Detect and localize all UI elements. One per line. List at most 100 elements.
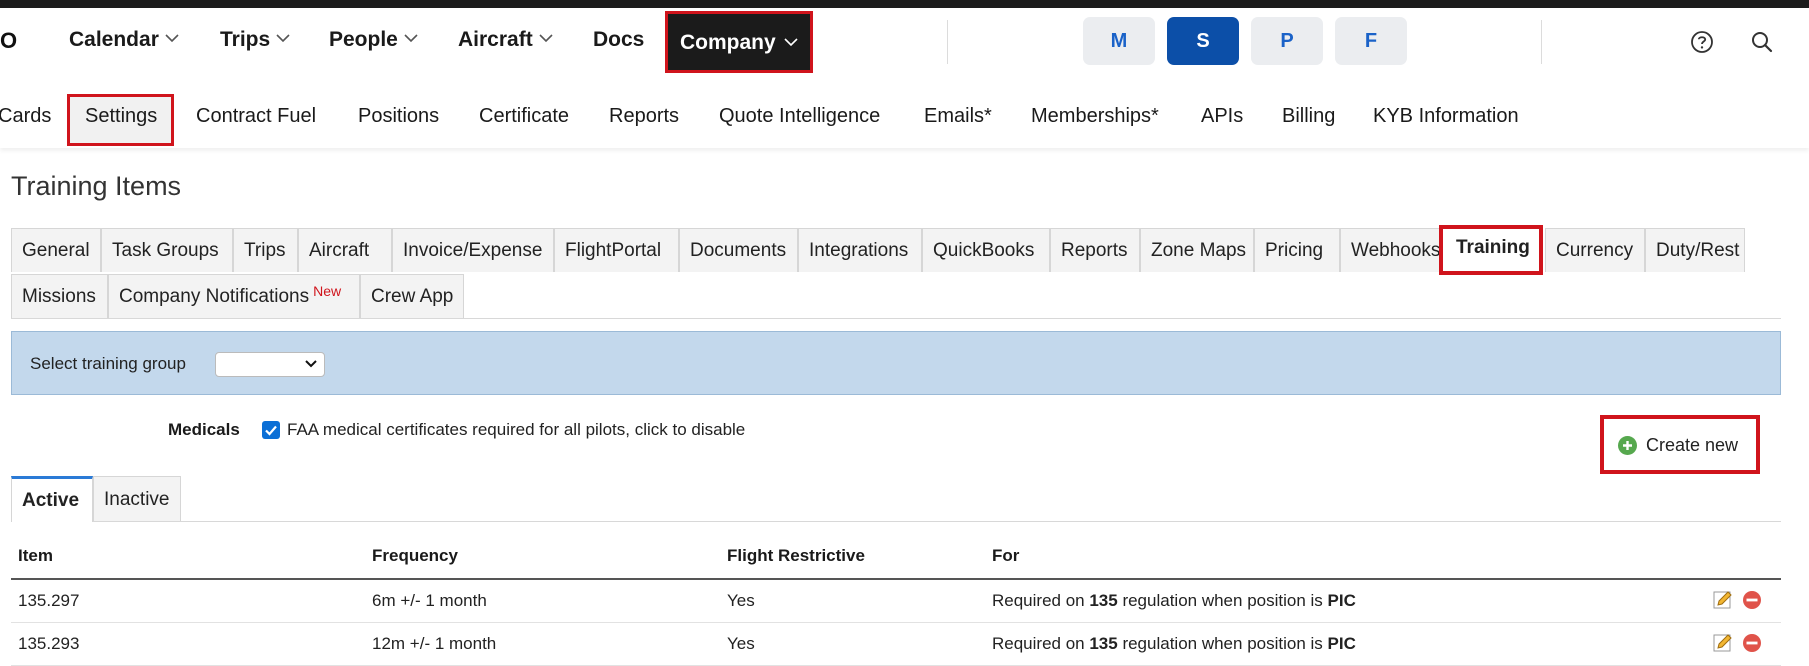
create-new-button[interactable]: Create new: [1600, 415, 1760, 474]
new-badge: New: [313, 283, 342, 299]
page-title: Training Items: [11, 171, 182, 201]
cell-flight-restrictive: Yes: [727, 634, 755, 653]
mode-button-f[interactable]: F: [1335, 17, 1407, 65]
for-prefix: Required on: [992, 591, 1090, 610]
for-middle: regulation when position is: [1117, 634, 1328, 653]
medicals-description: FAA medical certificates required for al…: [287, 420, 746, 439]
nav-divider: [947, 20, 948, 64]
subnav-reports[interactable]: Reports: [609, 105, 679, 128]
chevron-down-icon: [404, 34, 418, 43]
column-header-flight-restrictive[interactable]: Flight Restrictive: [727, 546, 865, 566]
for-position: PIC: [1327, 634, 1356, 653]
table-row: 135.297 6m +/- 1 month Yes Required on 1…: [11, 580, 1781, 623]
nav-people[interactable]: People: [329, 28, 418, 52]
delete-icon[interactable]: [1742, 590, 1762, 610]
top-accent-bar: [0, 0, 1809, 8]
tab-currency[interactable]: Currency: [1545, 228, 1645, 272]
checkmark-icon: [265, 425, 277, 436]
nav-calendar[interactable]: Calendar: [69, 28, 179, 52]
nav-trips[interactable]: Trips: [220, 28, 290, 52]
subnav-certificate[interactable]: Certificate: [479, 105, 569, 128]
chevron-down-icon: [165, 34, 179, 43]
add-circle-icon: [1618, 436, 1637, 455]
create-new-label: Create new: [1646, 435, 1739, 455]
subnav-quote-intelligence[interactable]: Quote Intelligence: [719, 105, 880, 128]
nav-company-label: Company: [680, 31, 776, 54]
tab-inactive[interactable]: Inactive: [93, 476, 181, 521]
subnav-settings-label: Settings: [85, 105, 158, 127]
for-regulation: 135: [1089, 634, 1118, 653]
for-middle: regulation when position is: [1117, 591, 1328, 610]
tab-trips[interactable]: Trips: [233, 228, 298, 272]
cell-item: 135.297: [18, 591, 80, 610]
for-position: PIC: [1327, 591, 1356, 610]
mode-button-s[interactable]: S: [1167, 17, 1239, 65]
edit-icon[interactable]: [1713, 633, 1733, 653]
subnav-cards[interactable]: Cards: [0, 105, 51, 128]
logo-fragment: O: [0, 28, 18, 53]
tab-task-groups[interactable]: Task Groups: [101, 228, 233, 272]
help-icon[interactable]: [1688, 28, 1716, 56]
tab-documents[interactable]: Documents: [679, 228, 798, 272]
tab-training[interactable]: Training: [1439, 225, 1543, 275]
tab-integrations[interactable]: Integrations: [798, 228, 922, 272]
table-row: 135.293 12m +/- 1 month Yes Required on …: [11, 623, 1781, 666]
tab-webhooks[interactable]: Webhooks: [1340, 228, 1450, 272]
subnav-settings[interactable]: Settings: [67, 94, 174, 146]
subnav-kyb-information[interactable]: KYB Information: [1373, 105, 1519, 128]
column-header-frequency[interactable]: Frequency: [372, 546, 458, 566]
status-tabs: Active Inactive: [11, 474, 1781, 522]
tab-quickbooks[interactable]: QuickBooks: [922, 228, 1050, 272]
column-header-for[interactable]: For: [992, 546, 1019, 566]
training-group-bar: Select training group: [11, 331, 1781, 395]
nav-company[interactable]: Company: [665, 11, 813, 73]
subnav-billing[interactable]: Billing: [1282, 105, 1335, 128]
cell-for: Required on 135 regulation when position…: [992, 591, 1356, 611]
tab-active[interactable]: Active: [11, 476, 93, 522]
mode-button-m[interactable]: M: [1083, 17, 1155, 65]
subnav-positions[interactable]: Positions: [358, 105, 439, 128]
training-group-select[interactable]: [215, 352, 325, 377]
column-header-item[interactable]: Item: [18, 546, 53, 566]
tab-company-notifications-label: Company Notifications: [119, 286, 310, 307]
nav-people-label: People: [329, 28, 398, 51]
tab-company-notifications[interactable]: Company Notifications New: [108, 274, 360, 318]
subnav-memberships[interactable]: Memberships*: [1031, 105, 1159, 128]
tab-pricing[interactable]: Pricing: [1254, 228, 1340, 272]
cell-for: Required on 135 regulation when position…: [992, 634, 1356, 654]
delete-icon[interactable]: [1742, 633, 1762, 653]
mode-button-p[interactable]: P: [1251, 17, 1323, 65]
tab-zone-maps[interactable]: Zone Maps: [1140, 228, 1254, 272]
nav-calendar-label: Calendar: [69, 28, 159, 51]
subnav-apis[interactable]: APIs: [1201, 105, 1243, 128]
tab-invoice-expense[interactable]: Invoice/Expense: [392, 228, 554, 272]
cell-frequency: 12m +/- 1 month: [372, 634, 497, 653]
search-icon[interactable]: [1748, 28, 1776, 56]
settings-tabs: General Task Groups Trips Aircraft Invoi…: [11, 225, 1781, 319]
for-regulation: 135: [1089, 591, 1118, 610]
nav-docs[interactable]: Docs: [593, 28, 644, 52]
nav-aircraft-label: Aircraft: [458, 28, 533, 51]
for-prefix: Required on: [992, 634, 1090, 653]
cell-item: 135.293: [18, 634, 80, 653]
cell-flight-restrictive: Yes: [727, 591, 755, 610]
subnav-contract-fuel[interactable]: Contract Fuel: [196, 105, 316, 128]
training-group-label: Select training group: [30, 354, 186, 373]
chevron-down-icon: [539, 34, 553, 43]
tab-reports[interactable]: Reports: [1050, 228, 1140, 272]
nav-aircraft[interactable]: Aircraft: [458, 28, 553, 52]
tab-duty-rest[interactable]: Duty/Rest: [1645, 228, 1745, 272]
medicals-label: Medicals: [168, 420, 240, 439]
subnav-emails[interactable]: Emails*: [924, 105, 992, 128]
chevron-down-icon: [784, 38, 798, 47]
medicals-checkbox[interactable]: [262, 421, 280, 439]
company-sub-nav: Cards Settings Contract Fuel Positions C…: [0, 76, 1809, 148]
edit-icon[interactable]: [1713, 590, 1733, 610]
tab-flightportal[interactable]: FlightPortal: [554, 228, 679, 272]
tab-general[interactable]: General: [11, 228, 101, 272]
nav-divider: [1541, 20, 1542, 64]
chevron-down-icon: [305, 360, 317, 368]
tab-crew-app[interactable]: Crew App: [360, 274, 464, 318]
tab-aircraft[interactable]: Aircraft: [298, 228, 392, 272]
tab-missions[interactable]: Missions: [11, 274, 108, 318]
